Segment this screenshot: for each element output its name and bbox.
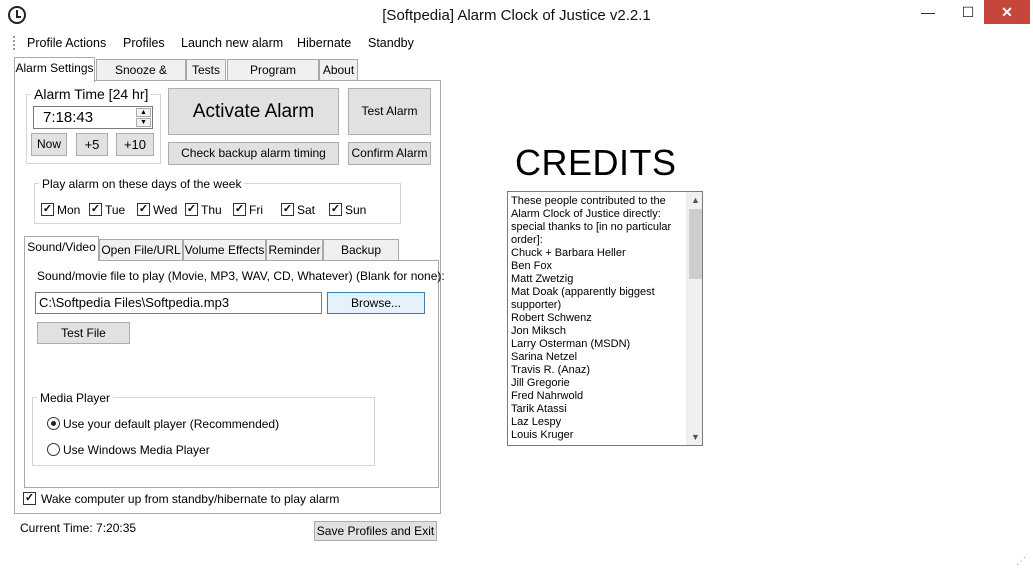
test-file-button[interactable]: Test File	[37, 322, 130, 344]
alarm-time-value: 7:18:43	[43, 109, 94, 126]
credits-line: Sarina Netzel	[511, 351, 578, 363]
day-checkbox-sun[interactable]: ✓	[329, 203, 342, 216]
tab-snooze-timing[interactable]: Snooze & Timing	[96, 59, 186, 98]
resize-grip-icon[interactable]: ⋰	[1016, 556, 1028, 568]
credits-line: Larry Osterman (MSDN)	[511, 338, 631, 350]
day-label-sun: Sun	[345, 203, 367, 217]
credits-line: order]:	[511, 234, 543, 246]
credits-line: Travis R. (Anaz)	[511, 364, 591, 376]
day-checkbox-tue[interactable]: ✓	[89, 203, 102, 216]
day-checkbox-thu[interactable]: ✓	[185, 203, 198, 216]
credits-line: Laz Lespy	[511, 416, 562, 428]
credits-line: Alarm Clock of Justice directly:	[511, 208, 661, 220]
tab-open-file-url[interactable]: Open File/URL	[99, 239, 183, 261]
credits-line: Ben Fox	[511, 260, 552, 272]
minimize-button[interactable]: —	[911, 0, 945, 24]
sound-file-input[interactable]: C:\Softpedia Files\Softpedia.mp3	[35, 292, 322, 314]
menu-standby[interactable]: Standby	[368, 36, 414, 50]
wake-checkbox[interactable]: ✓	[23, 492, 36, 505]
windows-media-player-label: Use Windows Media Player	[63, 443, 210, 457]
activate-alarm-button[interactable]: Activate Alarm	[168, 88, 339, 135]
credits-line: Louis Kruger	[511, 429, 574, 441]
confirm-alarm-button[interactable]: Confirm Alarm	[348, 142, 431, 165]
credits-line: Mat Doak (apparently biggest	[511, 286, 655, 298]
media-player-label: Media Player	[37, 391, 114, 405]
credits-line: Tarik Atassi	[511, 403, 567, 415]
scroll-up-icon[interactable]: ▲	[687, 192, 702, 208]
day-label-sat: Sat	[297, 203, 316, 217]
days-row: ✓ Mon ✓ Tue ✓ Wed ✓ Thu ✓ Fri ✓ Sat ✓ Sun	[41, 203, 396, 219]
default-player-label: Use your default player (Recommended)	[63, 417, 280, 431]
tab-tests[interactable]: Tests	[186, 59, 226, 81]
credits-line: Fred Nahrwold	[511, 390, 584, 402]
wake-label: Wake computer up from standby/hibernate …	[41, 492, 340, 506]
maximize-button[interactable]: ☐	[951, 0, 985, 24]
sound-file-path: C:\Softpedia Files\Softpedia.mp3	[39, 295, 230, 310]
sound-file-prompt: Sound/movie file to play (Movie, MP3, WA…	[37, 269, 445, 283]
credits-text: These people contributed to the Alarm Clo…	[511, 195, 686, 442]
day-label-wed: Wed	[153, 203, 178, 217]
day-checkbox-sat[interactable]: ✓	[281, 203, 294, 216]
credits-line: Robert Schwenz	[511, 312, 592, 324]
menu-profiles[interactable]: Profiles	[123, 36, 165, 50]
credits-list[interactable]: These people contributed to the Alarm Clo…	[507, 191, 703, 446]
menu-grip	[13, 36, 15, 50]
browse-button[interactable]: Browse...	[327, 292, 425, 314]
day-label-thu: Thu	[201, 203, 222, 217]
current-time: Current Time: 7:20:35	[20, 521, 137, 535]
test-alarm-button[interactable]: Test Alarm	[348, 88, 431, 135]
credits-line: Jon Miksch	[511, 325, 567, 337]
days-label: Play alarm on these days of the week	[39, 177, 245, 191]
credits-line: special thanks to [in no particular	[511, 221, 672, 233]
day-label-tue: Tue	[105, 203, 126, 217]
tab-backup-alarm[interactable]: Backup Alarm	[323, 239, 399, 278]
tab-alarm-settings[interactable]: Alarm Settings	[14, 57, 95, 82]
tab-sound-video[interactable]: Sound/Video	[24, 236, 99, 261]
credits-line: Jill Gregorie	[511, 377, 570, 389]
alarm-time-input[interactable]: 7:18:43 ▲ ▼	[33, 106, 153, 129]
credits-title: CREDITS	[515, 142, 677, 183]
check-backup-timing-button[interactable]: Check backup alarm timing	[168, 142, 339, 165]
tab-reminder[interactable]: Reminder	[266, 239, 323, 261]
plus5-button[interactable]: +5	[76, 133, 108, 156]
tab-about[interactable]: About	[319, 59, 358, 81]
close-button[interactable]: ✕	[984, 0, 1030, 24]
day-checkbox-mon[interactable]: ✓	[41, 203, 54, 216]
day-checkbox-wed[interactable]: ✓	[137, 203, 150, 216]
credits-line: supporter)	[511, 299, 562, 311]
day-label-fri: Fri	[249, 203, 263, 217]
now-button[interactable]: Now	[31, 133, 67, 156]
credits-scrollbar[interactable]: ▲ ▼	[686, 192, 702, 445]
tab-program-settings[interactable]: Program Settings	[227, 59, 319, 98]
credits-line: Matt Zwetzig	[511, 273, 574, 285]
menu-profile-actions[interactable]: Profile Actions	[27, 36, 106, 50]
day-checkbox-fri[interactable]: ✓	[233, 203, 246, 216]
plus10-button[interactable]: +10	[116, 133, 154, 156]
scroll-thumb[interactable]	[689, 209, 702, 279]
credits-line: Chuck + Barbara Heller	[511, 247, 626, 259]
spin-down-icon[interactable]: ▼	[136, 118, 151, 127]
menu-hibernate[interactable]: Hibernate	[297, 36, 351, 50]
radio-default-player[interactable]	[47, 417, 60, 430]
spin-up-icon[interactable]: ▲	[136, 108, 151, 117]
tab-volume-effects[interactable]: Volume Effects	[183, 239, 266, 261]
scroll-down-icon[interactable]: ▼	[687, 429, 702, 445]
day-label-mon: Mon	[57, 203, 81, 217]
alarm-time-label: Alarm Time [24 hr]	[31, 86, 152, 102]
radio-windows-media-player[interactable]	[47, 443, 60, 456]
credits-line: These people contributed to the	[511, 195, 666, 207]
window-title: [Softpedia] Alarm Clock of Justice v2.2.…	[382, 7, 651, 24]
save-profiles-exit-button[interactable]: Save Profiles and Exit	[314, 521, 437, 541]
menu-launch-new-alarm[interactable]: Launch new alarm	[181, 36, 283, 50]
